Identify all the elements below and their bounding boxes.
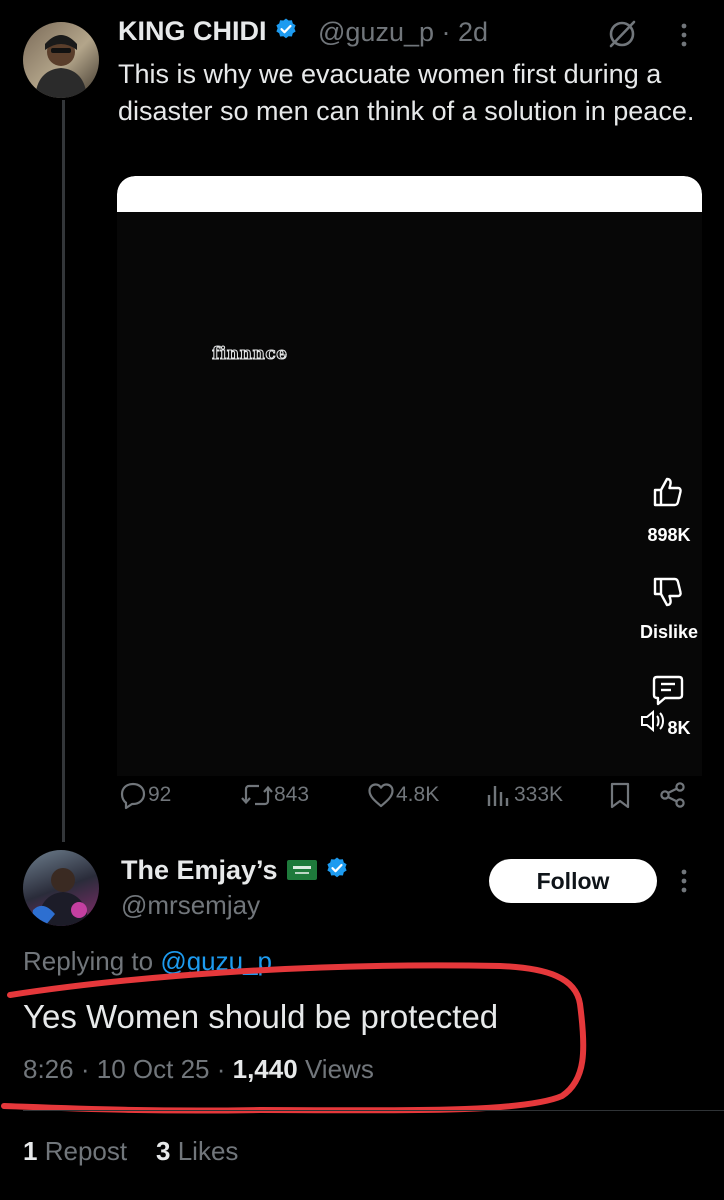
like-count: 898K [647,525,691,545]
author-name[interactable]: KING CHIDI [118,16,298,48]
media-top-bar [117,176,702,212]
views-chart-icon [487,786,509,806]
repost-icon [241,784,273,806]
reply-author-name[interactable]: The Emjay’s [121,855,349,887]
more-options-icon[interactable] [676,20,692,55]
views-count: 333K [514,783,564,806]
reply-stats: 1 Repost 3 Likes [23,1136,238,1167]
views-action[interactable]: 333K [484,778,563,812]
repost-count: 843 [274,783,310,806]
grok-icon[interactable] [606,18,638,55]
thread-line [62,100,65,842]
bookmark-button[interactable] [606,778,634,812]
reply-avatar-image [31,868,89,926]
like-action[interactable]: 4.8K [366,778,439,812]
heart-icon [368,783,394,808]
reply-count: 92 [148,783,172,806]
avatar[interactable] [23,22,99,98]
comment-icon[interactable] [650,672,686,713]
video-watermark: finnnce [212,344,288,365]
follow-button[interactable]: Follow [489,859,657,903]
red-annotation-circle [1,962,587,1114]
share-icon [660,782,685,808]
likes-stat[interactable]: 3 Likes [156,1136,238,1166]
verified-badge-icon [325,856,349,887]
dislike-label: Dislike [639,622,699,642]
comment-count: 8K [667,718,691,738]
verified-badge-icon [274,17,298,48]
author-handle[interactable]: @guzu_p · 2d [318,17,488,48]
saudi-flag-icon [287,856,318,887]
reply-action[interactable]: 92 [118,778,171,812]
avatar-image [35,35,87,98]
reply-avatar[interactable] [23,850,99,926]
like-count-action: 4.8K [396,783,440,806]
reply-icon [120,782,146,810]
reposts-stat[interactable]: 1 Repost [23,1136,127,1166]
post-media-video[interactable]: finnnce 898K Dislike 8K [117,176,702,776]
dislike-icon[interactable] [649,574,685,615]
share-button[interactable] [658,778,688,812]
bookmark-icon [610,782,630,809]
divider [23,1110,724,1111]
post-text: This is why we evacuate women first duri… [118,59,695,126]
like-icon[interactable] [649,474,685,515]
reply-more-options-icon[interactable] [676,866,692,901]
reply-author-handle[interactable]: @mrsemjay [121,890,260,921]
repost-action[interactable]: 843 [240,778,309,812]
post-age: 2d [458,17,489,47]
